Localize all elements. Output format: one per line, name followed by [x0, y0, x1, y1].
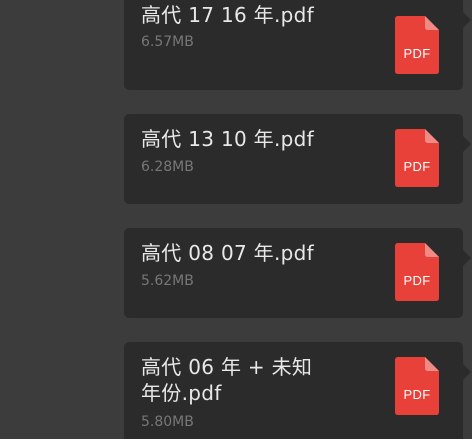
file-message-bubble[interactable]: 高代 08 07 年.pdf 5.62MB PDF [124, 228, 471, 318]
file-size: 6.28MB [141, 159, 194, 175]
pdf-icon-label: PDF [403, 46, 431, 61]
file-size: 5.80MB [141, 414, 194, 430]
chat-message-list[interactable]: 高代 17 16 年.pdf 6.57MB PDF 高代 13 10 年.pdf… [0, 0, 472, 439]
file-name: 高代 08 07 年.pdf [141, 241, 314, 265]
file-size: 5.62MB [141, 273, 194, 289]
file-message-bubble[interactable]: 高代 13 10 年.pdf 6.28MB PDF [124, 114, 471, 204]
file-message-bubble[interactable]: 高代 06 年 + 未知年份.pdf 5.80MB PDF [124, 342, 471, 439]
pdf-file-icon: PDF [395, 357, 439, 415]
pdf-icon-label: PDF [403, 387, 431, 402]
file-message-bubble[interactable]: 高代 17 16 年.pdf 6.57MB PDF [124, 0, 471, 90]
pdf-file-icon: PDF [395, 129, 439, 187]
pdf-file-icon: PDF [395, 243, 439, 301]
file-name: 高代 17 16 年.pdf [141, 3, 314, 27]
pdf-icon-label: PDF [403, 273, 431, 288]
pdf-file-icon: PDF [395, 16, 439, 74]
pdf-icon-label: PDF [403, 159, 431, 174]
file-size: 6.57MB [141, 34, 194, 50]
file-name: 高代 06 年 + 未知年份.pdf [141, 355, 313, 405]
file-name: 高代 13 10 年.pdf [141, 127, 314, 151]
